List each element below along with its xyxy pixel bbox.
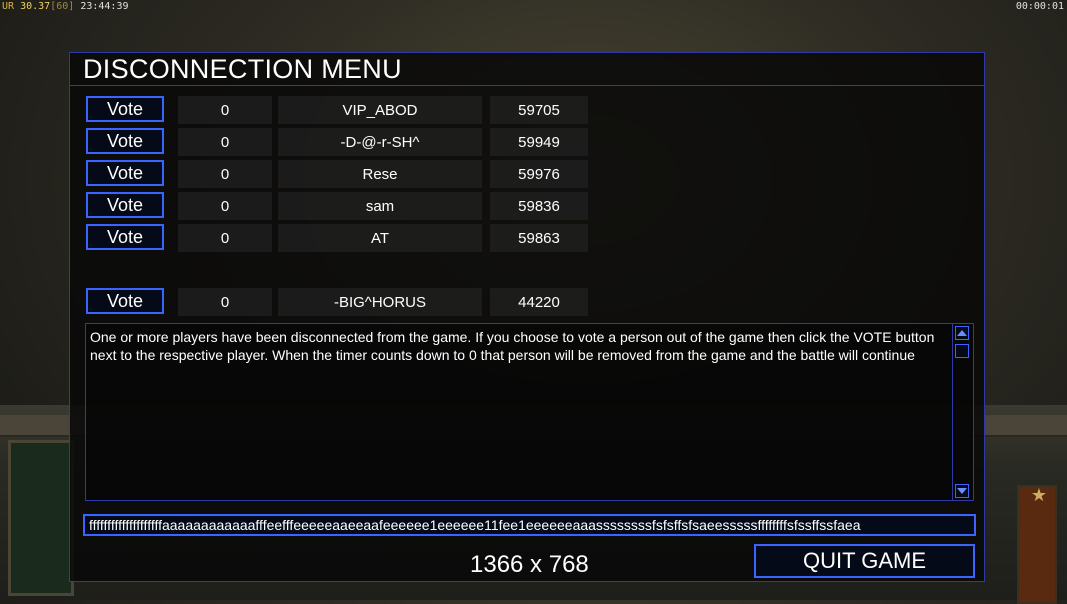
fps-value: 30 xyxy=(20,1,33,12)
rank-star-icon: ★ xyxy=(1030,485,1047,506)
dialog-title-bar: DISCONNECTION MENU xyxy=(70,53,984,86)
scroll-up-button[interactable] xyxy=(955,326,969,340)
disconnection-dialog: DISCONNECTION MENU Vote 0 VIP_ABOD 59705… xyxy=(69,52,985,582)
dialog-title: DISCONNECTION MENU xyxy=(83,54,402,84)
scroll-thumb[interactable] xyxy=(955,344,969,358)
vote-count: 0 xyxy=(178,128,272,156)
vote-count: 0 xyxy=(178,96,272,124)
message-box: One or more players have been disconnect… xyxy=(85,323,974,501)
scroll-down-button[interactable] xyxy=(955,484,969,498)
player-timer: 59949 xyxy=(490,128,588,156)
vote-count: 0 xyxy=(178,224,272,252)
disconnect-message: One or more players have been disconnect… xyxy=(90,329,935,363)
vote-count: 0 xyxy=(178,288,272,316)
vote-button[interactable]: Vote xyxy=(86,160,164,186)
vote-button[interactable]: Vote xyxy=(86,128,164,154)
fps-secondary: 37 xyxy=(38,1,51,12)
player-name: Rese xyxy=(278,160,482,188)
player-name: sam xyxy=(278,192,482,220)
player-timer: 44220 xyxy=(490,288,588,316)
player-name: -D-@-r-SH^ xyxy=(278,128,482,156)
vote-count: 0 xyxy=(178,160,272,188)
arrow-up-icon xyxy=(957,330,967,336)
player-timer: 59705 xyxy=(490,96,588,124)
radar-panel xyxy=(8,440,74,596)
player-timer: 59863 xyxy=(490,224,588,252)
fps-cap: [60] xyxy=(50,1,75,12)
vote-button[interactable]: Vote xyxy=(86,288,164,314)
chat-input[interactable] xyxy=(83,514,976,536)
arrow-down-icon xyxy=(957,488,967,494)
message-scrollbar[interactable] xyxy=(952,324,973,500)
player-name: VIP_ABOD xyxy=(278,96,482,124)
resolution-overlay: 1366 x 768 xyxy=(470,551,589,578)
ur-label: UR xyxy=(2,1,15,12)
fps-counter: UR 30.37[60] 23:44:39 xyxy=(2,1,129,12)
player-timer: 59836 xyxy=(490,192,588,220)
vote-button[interactable]: Vote xyxy=(86,192,164,218)
system-clock: 23:44:39 xyxy=(80,1,129,12)
player-name: AT xyxy=(278,224,482,252)
game-timer: 00:00:01 xyxy=(1015,1,1064,12)
vote-count: 0 xyxy=(178,192,272,220)
vote-button[interactable]: Vote xyxy=(86,224,164,250)
quit-game-button[interactable]: QUIT GAME xyxy=(754,544,975,578)
player-name: -BIG^HORUS xyxy=(278,288,482,316)
vote-button[interactable]: Vote xyxy=(86,96,164,122)
player-timer: 59976 xyxy=(490,160,588,188)
